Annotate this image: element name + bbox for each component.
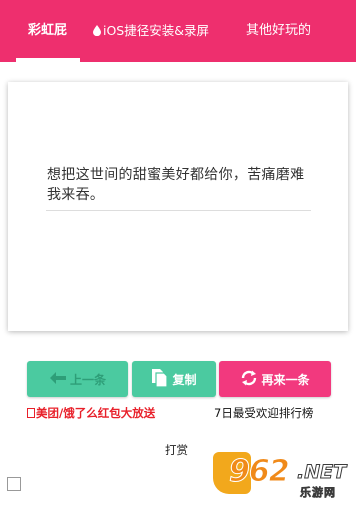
copy-button[interactable]: 复制 <box>132 361 216 397</box>
checkbox[interactable] <box>7 477 21 491</box>
quote-text: 想把这世间的甜蜜美好都给你，苦痛磨难我来吞。 <box>47 167 305 203</box>
active-tab-indicator <box>16 58 80 62</box>
site-watermark: 962 .NET 乐游网 <box>213 452 351 504</box>
next-button[interactable]: 再来一条 <box>219 361 331 397</box>
drop-icon <box>93 1 101 63</box>
arrow-left-icon <box>49 371 70 388</box>
copy-icon <box>151 368 172 391</box>
missing-glyph-icon <box>27 408 35 418</box>
copy-button-label: 复制 <box>172 372 197 387</box>
promo-link-label: 美团/饿了么红包大放送 <box>36 406 156 420</box>
tab-ios-shortcut-label: iOS捷径安装&录屏 <box>103 23 209 38</box>
watermark-domain: .NET <box>296 461 347 484</box>
promo-link[interactable]: 美团/饿了么红包大放送 <box>27 405 155 421</box>
top-tab-bar: 彩虹屁 iOS捷径安装&录屏 其他好玩的 <box>0 0 356 62</box>
watermark-number: 962 <box>229 454 291 490</box>
prev-button-label: 上一条 <box>69 372 106 387</box>
ranking-link[interactable]: 7日最受欢迎排行榜 <box>214 405 313 421</box>
tab-rainbow-fart[interactable]: 彩虹屁 <box>28 0 67 62</box>
watermark-subtitle: 乐游网 <box>300 486 336 500</box>
tab-ios-shortcut[interactable]: iOS捷径安装&录屏 <box>93 0 209 62</box>
reward-link[interactable]: 打赏 <box>165 442 188 458</box>
quote-card: 想把这世间的甜蜜美好都给你，苦痛磨难我来吞。 <box>8 82 348 331</box>
tab-other-fun[interactable]: 其他好玩的 <box>246 0 311 62</box>
quote-divider <box>46 210 311 211</box>
next-button-label: 再来一条 <box>261 372 310 387</box>
refresh-icon <box>240 369 261 390</box>
prev-button[interactable]: 上一条 <box>27 361 128 397</box>
